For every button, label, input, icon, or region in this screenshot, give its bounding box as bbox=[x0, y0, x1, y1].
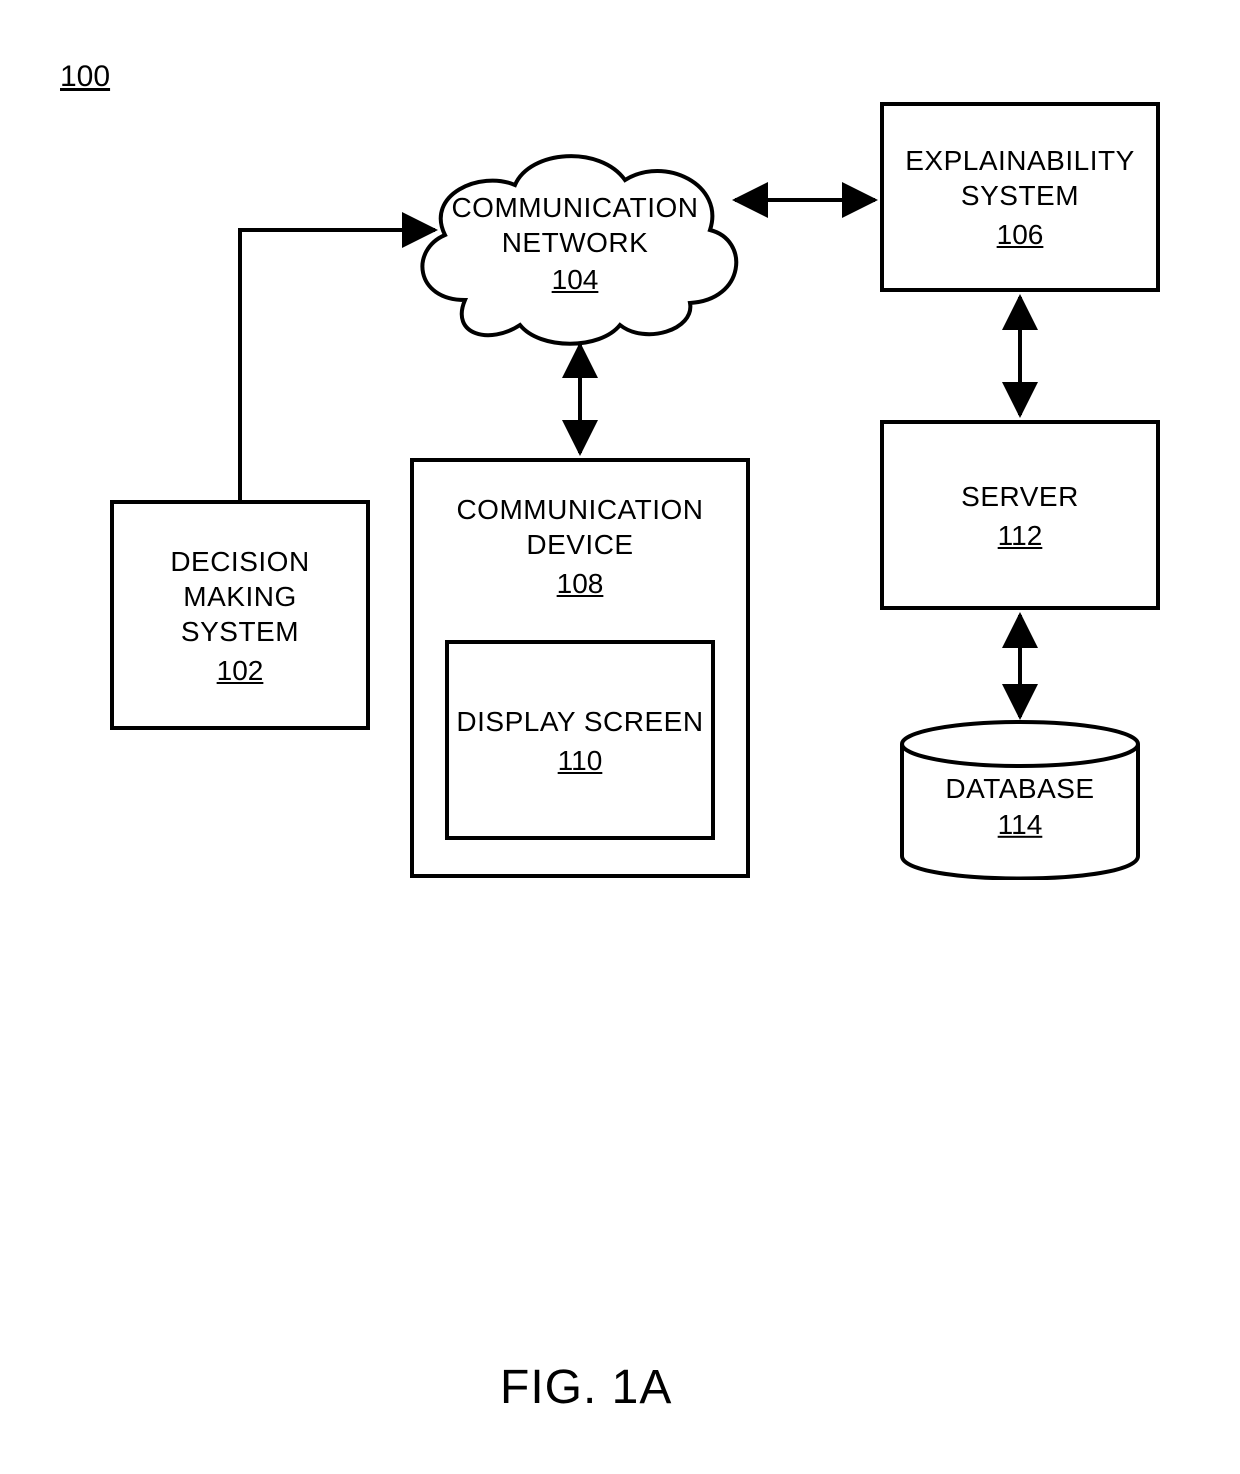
explainability-system-title: EXPLAINABILITYSYSTEM bbox=[905, 143, 1135, 213]
node-server: SERVER 112 bbox=[880, 420, 1160, 610]
communication-network-title: COMMUNICATIONNETWORK bbox=[451, 190, 698, 260]
display-screen-title: DISPLAY SCREEN bbox=[456, 704, 703, 739]
figure-overall-ref: 100 bbox=[60, 60, 110, 94]
decision-making-system-title: DECISION MAKINGSYSTEM bbox=[114, 544, 366, 649]
node-display-screen: DISPLAY SCREEN 110 bbox=[445, 640, 715, 840]
node-decision-making-system: DECISION MAKINGSYSTEM 102 bbox=[110, 500, 370, 730]
communication-device-title: COMMUNICATIONDEVICE bbox=[456, 492, 703, 562]
node-explainability-system: EXPLAINABILITYSYSTEM 106 bbox=[880, 102, 1160, 292]
database-title: DATABASE bbox=[945, 773, 1094, 805]
figure-canvas: 100 COMMUNICATIONNETWORK 104 DECISION MA… bbox=[0, 0, 1240, 1474]
node-database: DATABASE 114 bbox=[900, 720, 1140, 880]
server-ref: 112 bbox=[998, 520, 1043, 552]
communication-network-ref: 104 bbox=[552, 264, 599, 296]
communication-device-ref: 108 bbox=[557, 568, 604, 600]
figure-label: FIG. 1A bbox=[500, 1360, 672, 1415]
display-screen-ref: 110 bbox=[558, 745, 603, 777]
explainability-system-ref: 106 bbox=[997, 219, 1044, 251]
decision-making-system-ref: 102 bbox=[217, 655, 264, 687]
node-communication-network: COMMUNICATIONNETWORK 104 bbox=[395, 125, 755, 360]
server-title: SERVER bbox=[961, 479, 1079, 514]
database-ref: 114 bbox=[998, 809, 1043, 841]
